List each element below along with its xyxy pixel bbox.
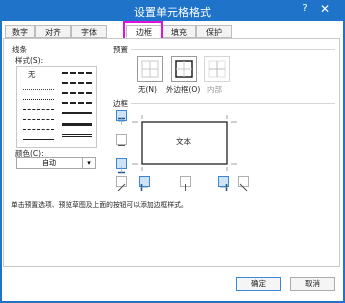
diagonal-up-icon (117, 183, 126, 192)
border-left-icon (140, 184, 148, 191)
preview-text: 文本 (176, 137, 191, 146)
border-bottom-button[interactable] (116, 158, 127, 174)
line-style-hair[interactable] (23, 89, 54, 90)
border-top-icon (118, 117, 125, 125)
line-style-thin[interactable] (23, 139, 54, 140)
tab-alignment[interactable]: 对齐 (35, 25, 71, 38)
preset-outline-icon (175, 60, 193, 78)
line-style-dotted[interactable] (23, 99, 54, 100)
help-button[interactable]: ? (299, 3, 311, 14)
presets-group-label: 预置 (113, 45, 128, 54)
line-style-none[interactable]: 无 (28, 69, 36, 80)
line-group-label: 线条 (12, 45, 27, 54)
border-left-button[interactable] (139, 176, 150, 191)
border-inside-horizontal-button[interactable] (116, 134, 127, 146)
diagonal-down-icon (239, 183, 248, 192)
preset-inside-button[interactable] (204, 56, 230, 82)
cancel-button[interactable]: 取消 (290, 277, 335, 291)
preset-none-button[interactable] (137, 56, 163, 82)
line-style-dash-dot-dot[interactable] (23, 109, 54, 110)
tab-fill[interactable]: 填充 (162, 25, 196, 38)
border-divider (131, 103, 335, 104)
dialog-window: 设置单元格格式 ? ✕ 数字 对齐 字体 边框 填充 保护 线条 样式(S): … (0, 0, 345, 303)
line-style-medium-dashed[interactable] (62, 102, 92, 104)
line-style-dashed[interactable] (23, 129, 54, 130)
line-style-slanted-dash-dot[interactable] (62, 82, 92, 84)
line-style-medium-dash-dot-dot[interactable] (62, 72, 92, 74)
tab-protection[interactable]: 保护 (196, 25, 232, 38)
preset-inside-label: 内部 (207, 85, 222, 94)
preset-outline-button[interactable] (171, 56, 197, 82)
border-diagonal-down-button[interactable] (238, 176, 249, 192)
dialog-title: 设置单元格格式 (134, 6, 211, 19)
close-button[interactable]: ✕ (318, 2, 332, 16)
preset-outline-label: 外边框(O) (166, 85, 201, 94)
hint-text: 单击预置选项、预览草图及上面的按钮可以添加边框样式。 (11, 201, 188, 209)
color-dropdown[interactable]: 自动 ▾ (16, 157, 96, 169)
border-group-label: 边框 (113, 99, 128, 108)
border-inside-vertical-icon (185, 184, 186, 191)
line-style-medium-dash-dot[interactable] (62, 92, 92, 94)
line-style-list[interactable]: 无 (16, 66, 97, 148)
border-bottom-icon (118, 166, 125, 174)
border-inside-vertical-button[interactable] (180, 176, 191, 191)
presets-divider (131, 49, 335, 50)
line-style-medium[interactable] (62, 112, 92, 114)
border-preview[interactable]: 文本 (131, 114, 238, 172)
border-diagonal-up-button[interactable] (116, 176, 127, 192)
line-style-dash-dot[interactable] (23, 119, 54, 120)
border-right-icon (220, 184, 228, 191)
title-bar: 设置单元格格式 ? ✕ (0, 0, 345, 21)
border-top-button[interactable] (116, 110, 127, 125)
ok-button[interactable]: 确定 (236, 277, 281, 291)
chevron-down-icon[interactable]: ▾ (82, 158, 95, 168)
tab-font[interactable]: 字体 (71, 25, 107, 38)
border-right-button[interactable] (218, 176, 229, 191)
tab-number[interactable]: 数字 (5, 25, 35, 38)
border-inside-horizontal-icon (118, 145, 125, 146)
preset-none-icon (141, 60, 159, 78)
line-style-double[interactable] (62, 134, 92, 137)
line-style-label: 样式(S): (15, 56, 44, 65)
line-style-thick[interactable] (62, 123, 92, 126)
preset-inside-icon (208, 60, 226, 78)
preset-none-label: 无(N) (138, 85, 157, 94)
color-value: 自动 (42, 159, 56, 167)
